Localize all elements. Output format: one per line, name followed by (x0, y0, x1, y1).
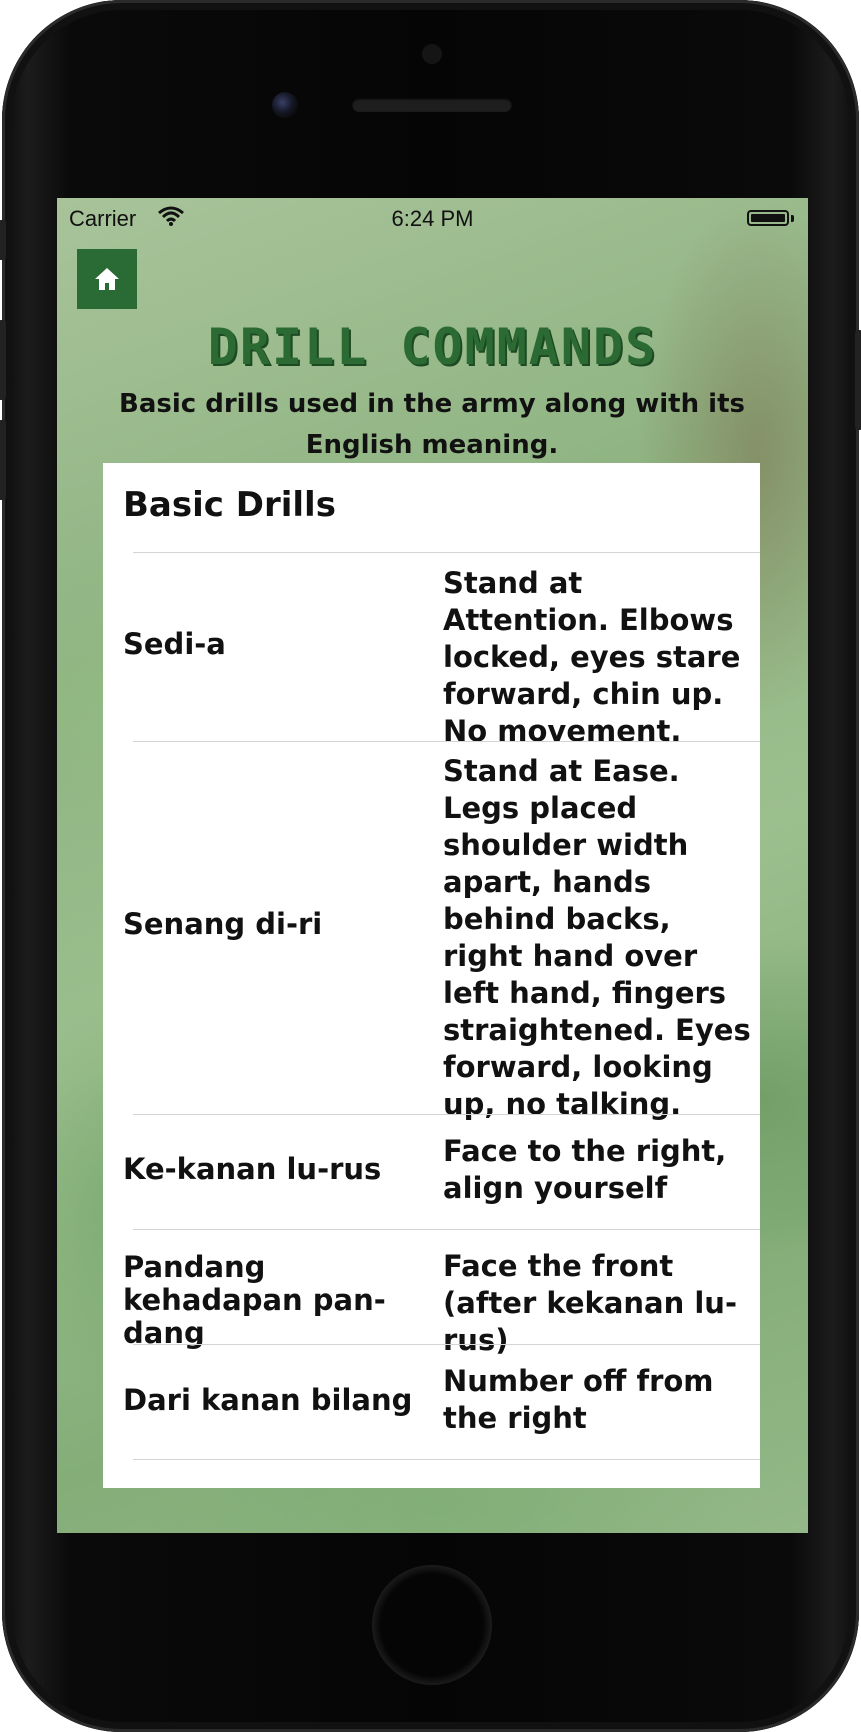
row-divider (133, 1229, 760, 1230)
home-nav-button[interactable] (77, 249, 137, 309)
drills-card: Basic Drills Sedi-a Stand at Attention. … (103, 463, 760, 1488)
row-divider (133, 552, 760, 553)
home-button[interactable] (372, 1565, 492, 1685)
drill-meaning: Stand at Ease. Legs placed shoulder widt… (443, 754, 751, 1121)
battery-icon (747, 210, 789, 226)
front-camera (272, 92, 298, 118)
row-divider (133, 741, 760, 742)
earpiece-speaker (352, 98, 512, 112)
page-subtitle: Basic drills used in the army along with… (119, 389, 745, 460)
drill-meaning: Face to the right, align yourself (443, 1134, 727, 1205)
status-bar: Carrier 6:24 PM (57, 198, 808, 238)
phone-frame: Carrier 6:24 PM DRILL COMMANDS Basic dri… (0, 0, 861, 1732)
volume-down-button (0, 420, 6, 500)
drill-command: Ke-kanan lu-rus (123, 1152, 382, 1186)
house-icon (95, 268, 119, 290)
battery-tip (791, 215, 794, 222)
drill-meaning: Stand at Attention. Elbows locked, eyes … (443, 566, 741, 748)
drill-meaning: Face the front (after kekanan lu-rus) (443, 1249, 737, 1357)
app-screen: Carrier 6:24 PM DRILL COMMANDS Basic dri… (57, 198, 808, 1533)
section-title: Basic Drills (123, 485, 336, 525)
drill-meaning: Number off from the right (443, 1364, 714, 1435)
row-divider (133, 1344, 760, 1345)
drill-command: Sedi-a (123, 627, 226, 661)
page-title: DRILL COMMANDS (207, 318, 658, 376)
drill-command: Senang di-ri (123, 907, 323, 941)
power-button (855, 330, 861, 430)
proximity-sensor (422, 44, 442, 64)
drill-command: Pandang kehadapan pan-dang (123, 1250, 386, 1350)
clock: 6:24 PM (391, 206, 474, 231)
row-divider (133, 1459, 760, 1460)
side-button (0, 220, 6, 260)
row-divider (133, 1114, 760, 1115)
volume-up-button (0, 320, 6, 400)
drill-command: Dari kanan bilang (123, 1383, 413, 1417)
